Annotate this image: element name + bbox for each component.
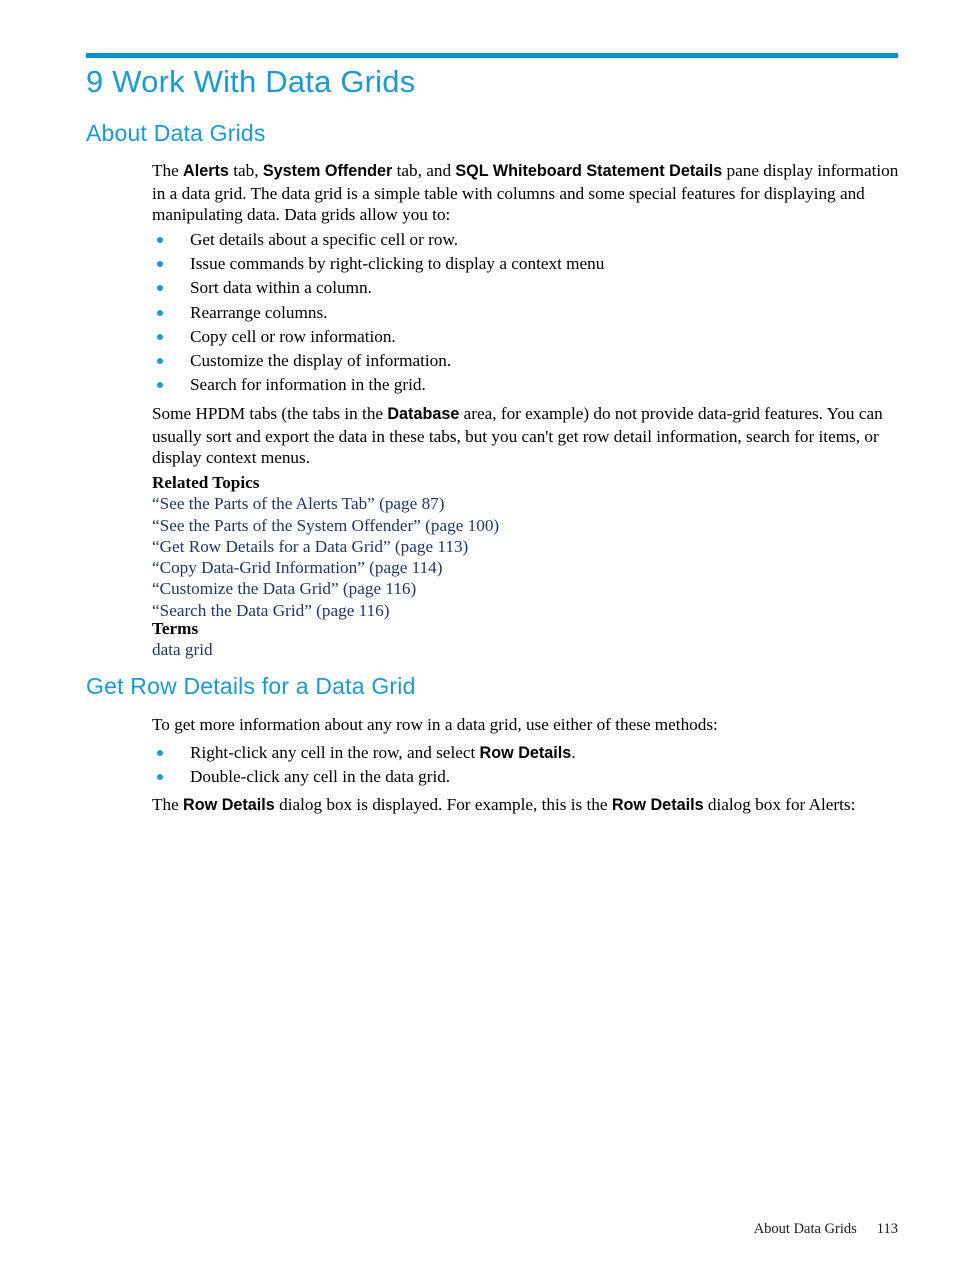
hpdm-tabs-paragraph: Some HPDM tabs (the tabs in the Database…: [152, 403, 900, 469]
cross-reference-link[interactable]: “Get Row Details for a Data Grid” (page …: [152, 536, 852, 557]
intro-text-part3: tab, and: [392, 161, 456, 180]
list-item: Sort data within a column.: [157, 276, 897, 300]
document-page: 9 Work With Data Grids About Data Grids …: [0, 0, 954, 1271]
about-feature-list: Get details about a specific cell or row…: [157, 228, 897, 397]
ui-term-row-details: Row Details: [479, 744, 572, 762]
hpdm-text-part1: Some HPDM tabs (the tabs in the: [152, 404, 388, 423]
row-details-dialog-paragraph: The Row Details dialog box is displayed.…: [152, 794, 904, 817]
section-heading-get-row-details: Get Row Details for a Data Grid: [86, 673, 416, 699]
list-item: Issue commands by right-clicking to disp…: [157, 252, 897, 276]
cross-reference-link[interactable]: “Copy Data-Grid Information” (page 114): [152, 557, 852, 578]
cross-reference-link[interactable]: “Customize the Data Grid” (page 116): [152, 578, 852, 599]
section-heading-about-data-grids: About Data Grids: [86, 120, 266, 146]
related-topics-block: Related Topics “See the Parts of the Ale…: [152, 472, 852, 621]
closing-text-part3: dialog box for Alerts:: [703, 795, 856, 814]
list-item: Search for information in the grid.: [157, 373, 897, 397]
ui-term-row-details: Row Details: [183, 796, 275, 814]
list-item: Get details about a specific cell or row…: [157, 228, 897, 252]
closing-text-part2: dialog box is displayed. For example, th…: [274, 795, 612, 814]
list-item: Rearrange columns.: [157, 301, 897, 325]
page-footer: About Data Grids 113: [0, 1221, 898, 1238]
glossary-term-link[interactable]: data grid: [152, 639, 852, 660]
closing-text-part1: The: [152, 795, 184, 814]
list-item: Copy cell or row information.: [157, 325, 897, 349]
method-text-part2: .: [571, 743, 576, 762]
related-topics-heading: Related Topics: [152, 473, 260, 492]
getrow-intro-paragraph: To get more information about any row in…: [152, 715, 718, 734]
getrow-method-list: Right-click any cell in the row, and sel…: [157, 741, 897, 789]
ui-term-row-details: Row Details: [611, 796, 704, 814]
list-item: Double-click any cell in the data grid.: [157, 765, 897, 789]
list-item: Customize the display of information.: [157, 349, 897, 373]
about-intro-paragraph: The Alerts tab, System Offender tab, and…: [152, 160, 900, 226]
chapter-title: 9 Work With Data Grids: [86, 64, 416, 99]
cross-reference-link[interactable]: “See the Parts of the System Offender” (…: [152, 515, 852, 536]
footer-page-number: 113: [876, 1221, 898, 1237]
footer-section-title: About Data Grids: [753, 1221, 857, 1237]
ui-term-system-offender: System Offender: [262, 162, 393, 180]
method-text-part1: Right-click any cell in the row, and sel…: [190, 743, 480, 762]
ui-term-sql-whiteboard: SQL Whiteboard Statement Details: [455, 162, 723, 180]
ui-term-alerts: Alerts: [183, 162, 229, 180]
cross-reference-link[interactable]: “See the Parts of the Alerts Tab” (page …: [152, 493, 852, 514]
intro-text-part2: tab,: [228, 161, 263, 180]
intro-text-part1: The: [152, 161, 184, 180]
terms-heading: Terms: [152, 619, 199, 638]
chapter-top-rule: [86, 53, 898, 58]
terms-block: Terms data grid: [152, 618, 852, 661]
ui-term-database: Database: [387, 405, 460, 423]
list-item: Right-click any cell in the row, and sel…: [157, 741, 897, 765]
